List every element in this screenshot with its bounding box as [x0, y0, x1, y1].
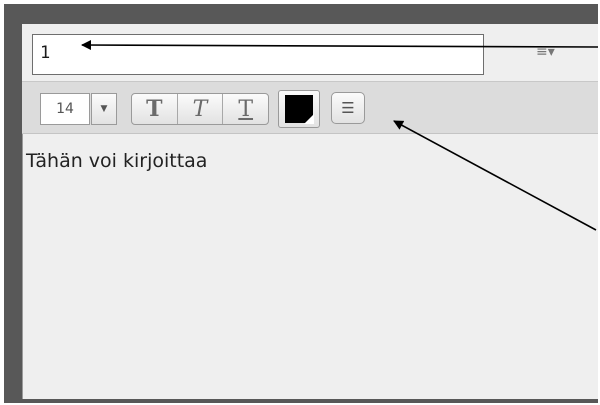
note-body-text[interactable]: Tähän voi kirjoittaa: [26, 150, 207, 172]
bold-button[interactable]: T: [132, 94, 178, 124]
font-size-field[interactable]: 14: [40, 93, 90, 125]
chevron-down-icon: ▼: [100, 104, 108, 114]
menu-icon[interactable]: ≡▾: [536, 44, 555, 60]
italic-button[interactable]: T: [178, 94, 224, 124]
text-color-button[interactable]: [278, 90, 320, 128]
color-swatch: [285, 95, 314, 124]
font-size-dropdown-button[interactable]: ▼: [91, 93, 117, 125]
note-title-input[interactable]: 1: [32, 34, 484, 75]
list-icon: ☰: [341, 98, 355, 117]
bullet-list-button[interactable]: ☰: [331, 92, 365, 124]
text-style-group: T T T: [131, 93, 269, 125]
underline-button[interactable]: T: [223, 94, 268, 124]
